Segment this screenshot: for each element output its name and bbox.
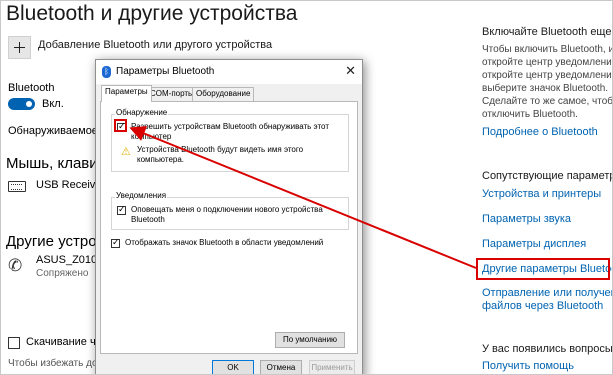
annotation-arrow xyxy=(129,126,477,269)
tab-options[interactable]: Параметры xyxy=(101,85,152,102)
